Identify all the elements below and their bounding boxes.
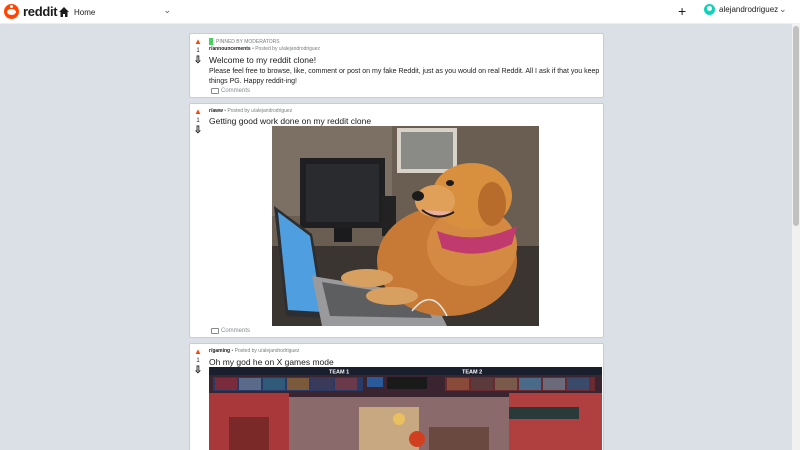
vote-score: 1	[196, 358, 200, 364]
vote-score: 1	[196, 48, 200, 54]
upvote-icon[interactable]: ▲	[190, 347, 206, 356]
team1-label: TEAM 1	[329, 370, 349, 376]
post-title[interactable]: Oh my god he on X games mode	[209, 357, 334, 367]
post-title[interactable]: Getting good work done on my reddit clon…	[209, 116, 371, 126]
pinned-text: PINNED BY MODERATORS	[216, 38, 280, 45]
post-card[interactable]: ▲ 1 ⇩ r/gaming • Posted by u/alejandrodr…	[189, 343, 604, 450]
scrollbar-thumb[interactable]	[793, 26, 799, 226]
game-screenshot: TEAM 1 TEAM 2	[209, 367, 602, 450]
posted-by: • Posted by u/alejandrodriguez	[222, 108, 293, 114]
posted-by: • Posted by u/alejandrodriguez	[230, 348, 300, 354]
post-body: Please feel free to browse, like, commen…	[209, 68, 600, 85]
team2-label: TEAM 2	[462, 370, 482, 376]
post-title[interactable]: Welcome to my reddit clone!	[209, 55, 316, 65]
post-meta: r/aww • Posted by u/alejandrodriguez	[209, 108, 292, 114]
post-meta: r/announcements • Posted by u/alejandrod…	[209, 46, 320, 52]
upvote-icon[interactable]: ▲	[190, 107, 206, 116]
user-menu[interactable]: alejandrodriguez ⌄	[704, 4, 787, 15]
posted-by: • Posted by u/alejandrodriguez	[250, 46, 320, 52]
username: alejandrodriguez	[719, 5, 779, 14]
chevron-down-icon: ⌄	[779, 4, 787, 14]
post-card[interactable]: ▲ 1 ⇩ PINNED BY MODERATORS r/announcemen…	[189, 33, 604, 98]
create-post-button[interactable]: +	[678, 3, 686, 19]
scrollbar[interactable]	[792, 24, 800, 450]
pinned-label: PINNED BY MODERATORS	[209, 38, 280, 45]
subreddit-link[interactable]: r/gaming	[209, 348, 230, 354]
downvote-icon[interactable]: ⇩	[190, 55, 206, 66]
home-label: Home	[74, 7, 96, 17]
upvote-icon[interactable]: ▲	[190, 37, 206, 46]
pin-icon	[209, 38, 213, 45]
vote-column: ▲ 1 ⇩	[190, 104, 206, 136]
chevron-down-icon: ⌄	[163, 5, 171, 15]
comment-icon	[211, 88, 219, 94]
dog-photo	[272, 126, 539, 326]
avatar	[704, 4, 715, 15]
post-image-dog-at-laptop[interactable]	[272, 126, 539, 326]
reddit-logo[interactable]: reddit	[4, 4, 58, 19]
post-card[interactable]: ▲ 1 ⇩ r/aww • Posted by u/alejandrodrigu…	[189, 103, 604, 338]
subreddit-link[interactable]: r/announcements	[209, 46, 251, 52]
top-nav-bar: reddit Home ⌄ + alejandrodriguez ⌄	[0, 0, 800, 24]
vote-column: ▲ 1 ⇩	[190, 34, 206, 66]
vote-score: 1	[196, 118, 200, 124]
comment-icon	[211, 328, 219, 334]
comments-label: Comments	[221, 88, 251, 94]
comments-label: Comments	[221, 328, 251, 334]
comments-button[interactable]: Comments	[211, 88, 250, 94]
post-image-game-screenshot[interactable]: TEAM 1 TEAM 2	[209, 367, 602, 450]
logo-text: reddit	[23, 4, 58, 19]
downvote-icon[interactable]: ⇩	[190, 365, 206, 376]
reddit-logo-icon	[4, 4, 19, 19]
home-icon	[59, 7, 69, 17]
subreddit-link[interactable]: r/aww	[209, 108, 223, 114]
vote-column: ▲ 1 ⇩	[190, 344, 206, 376]
post-meta: r/gaming • Posted by u/alejandrodriguez	[209, 348, 299, 354]
home-dropdown[interactable]: Home ⌄	[58, 3, 173, 21]
downvote-icon[interactable]: ⇩	[190, 125, 206, 136]
comments-button[interactable]: Comments	[211, 328, 250, 334]
